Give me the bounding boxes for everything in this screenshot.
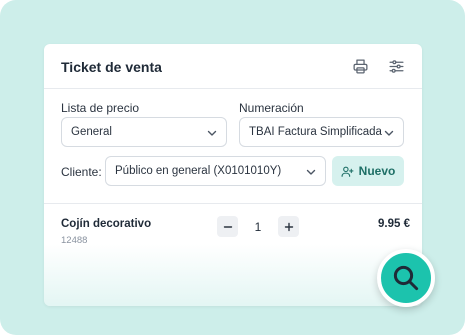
- sliders-icon[interactable]: [387, 57, 405, 75]
- numbering-label: Numeración: [239, 101, 304, 115]
- search-button[interactable]: [377, 249, 435, 307]
- search-icon: [393, 265, 419, 291]
- plus-icon: [284, 222, 293, 231]
- client-select[interactable]: Público en general (X0101010Y): [105, 156, 326, 186]
- chevron-down-icon: [306, 169, 316, 175]
- price-list-select[interactable]: General: [61, 117, 227, 147]
- printer-icon[interactable]: [351, 57, 369, 75]
- divider: [44, 203, 422, 204]
- user-plus-icon: [341, 166, 354, 177]
- increase-quantity-button[interactable]: [278, 216, 299, 237]
- item-quantity[interactable]: 1: [248, 220, 268, 234]
- new-client-label: Nuevo: [358, 164, 396, 178]
- price-list-value: General: [71, 126, 112, 138]
- numbering-value: TBAI Factura Simplificada: [249, 126, 382, 138]
- price-list-label: Lista de precio: [61, 101, 140, 115]
- sale-ticket-panel: Ticket de venta Lista de precio General: [44, 44, 422, 306]
- new-client-button[interactable]: Nuevo: [332, 156, 404, 186]
- client-label: Cliente:: [61, 165, 102, 179]
- ticket-header: Ticket de venta: [44, 44, 422, 89]
- minus-icon: [223, 225, 232, 228]
- decrease-quantity-button[interactable]: [217, 216, 238, 237]
- chevron-down-icon: [207, 130, 217, 136]
- fade-overlay: [44, 244, 422, 306]
- item-name: Cojín decorativo: [61, 218, 152, 230]
- chevron-down-icon: [384, 130, 394, 136]
- numbering-select[interactable]: TBAI Factura Simplificada: [239, 117, 404, 147]
- ticket-title: Ticket de venta: [61, 59, 162, 75]
- item-price: 9.95 €: [378, 218, 410, 230]
- client-value: Público en general (X0101010Y): [115, 165, 282, 177]
